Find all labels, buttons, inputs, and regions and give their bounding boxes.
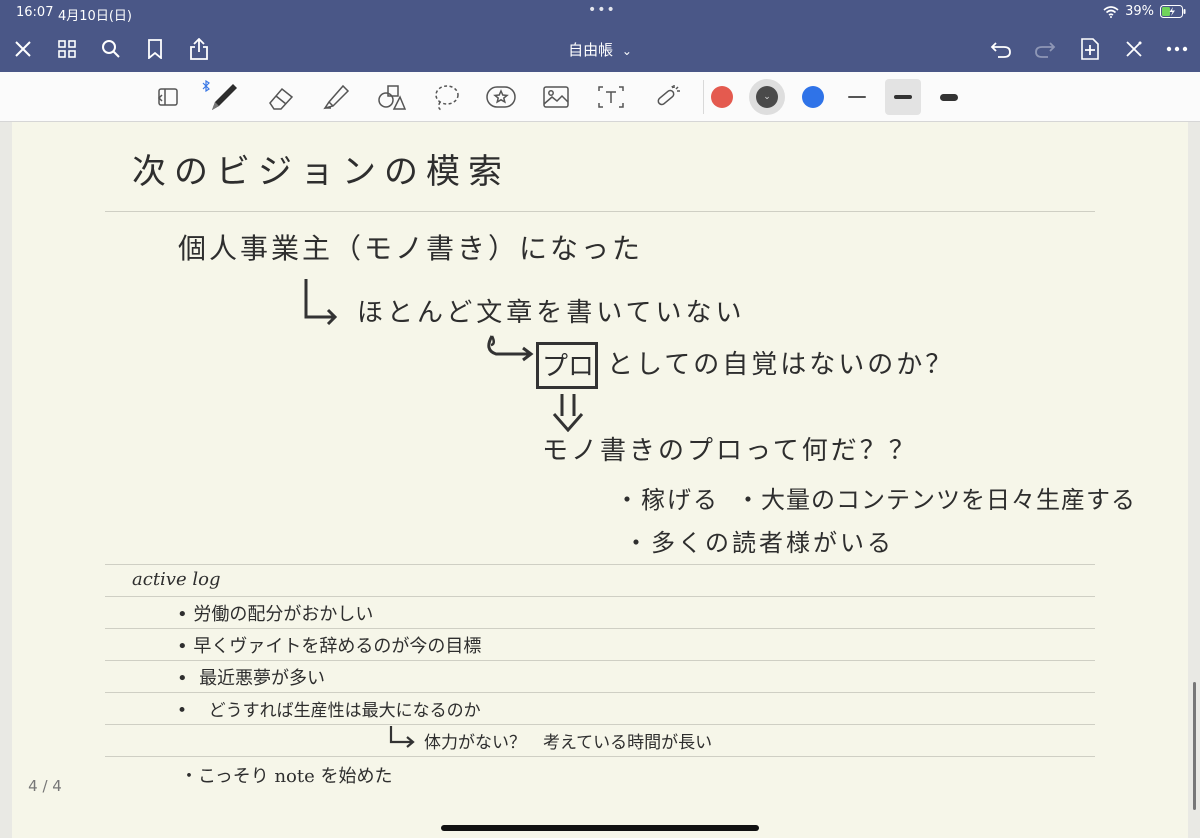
color-dark-swatch-selected[interactable]: ⌄: [749, 79, 785, 115]
read-mode-tool[interactable]: [150, 79, 186, 115]
handwritten-line: ほとんど文章を書いていない: [357, 298, 746, 328]
highlighter-icon: [323, 84, 350, 110]
lasso-tool[interactable]: [428, 79, 464, 115]
image-icon: [543, 86, 569, 108]
multitask-dots-icon[interactable]: •••: [588, 2, 616, 18]
stroke-thick[interactable]: [931, 79, 967, 115]
log-item: ・こっそり note を始めた: [180, 766, 393, 787]
elements-tool[interactable]: [483, 79, 519, 115]
ruled-line: [105, 628, 1095, 629]
eraser-tool[interactable]: [263, 79, 299, 115]
text-tool[interactable]: [593, 79, 629, 115]
pen-icon: [212, 84, 237, 110]
handwritten-heading: 次のビジョンの模索: [132, 152, 510, 192]
stroke-medium-selected[interactable]: [885, 79, 921, 115]
log-item: • 最近悪夢が多い: [177, 668, 326, 689]
laser-pointer-tool[interactable]: [650, 79, 686, 115]
status-bar: 16:07 4月10日(日) ••• 39%: [0, 0, 1200, 26]
log-item: • どうすれば生産性は最大になるのか: [177, 701, 481, 721]
scrollbar[interactable]: [1193, 682, 1196, 810]
pen-tool[interactable]: [205, 79, 241, 115]
wifi-icon: [1103, 5, 1119, 18]
down-arrow-icon: [552, 394, 584, 432]
log-item-sub: 体力がない？ 考えている時間が長い: [424, 733, 713, 753]
highlighter-tool[interactable]: [318, 79, 354, 115]
tool-bar: ⌄: [0, 72, 1200, 122]
battery-percent: 39%: [1125, 4, 1154, 19]
chevron-down-icon: ⌄: [621, 44, 632, 58]
toolbar-divider: [703, 80, 704, 114]
image-tool[interactable]: [538, 79, 574, 115]
redo-button[interactable]: [1030, 34, 1060, 64]
ruled-line: [105, 596, 1095, 597]
lasso-icon: [435, 85, 459, 111]
log-item: • 労働の配分がおかしい: [177, 604, 374, 625]
ruled-line: [105, 692, 1095, 693]
status-time: 16:07: [16, 5, 54, 20]
handwritten-line: としての自覚はないのか？: [607, 350, 955, 380]
note-page[interactable]: 次のビジョンの模索 個人事業主（モノ書き）になった ほとんど文章を書いていない …: [12, 122, 1188, 838]
log-item-text: 早くヴァイトを辞めるのが今の目標: [193, 636, 482, 657]
ruled-line: [105, 724, 1095, 725]
handwritten-line: ・多くの読者様がいる: [624, 529, 894, 557]
ruled-line: [105, 211, 1095, 212]
handwritten-line: モノ書きのプロって何だ？？: [542, 436, 918, 466]
ruled-line: [105, 756, 1095, 757]
sticker-icon: [486, 86, 516, 108]
redo-icon: [1035, 42, 1056, 58]
chevron-down-icon: ⌄: [756, 86, 778, 108]
nav-bar: 自由帳 ⌄: [0, 26, 1200, 72]
stroke-medium-icon: [894, 95, 912, 99]
ruled-line: [105, 564, 1095, 565]
page-view-icon: [157, 88, 178, 106]
status-right: 39%: [1103, 4, 1186, 19]
color-blue-swatch[interactable]: [802, 86, 824, 108]
add-page-icon: [1081, 38, 1099, 60]
log-item: • 早くヴァイトを辞めるのが今の目標: [177, 636, 482, 657]
pen-cross-icon: [1126, 41, 1142, 57]
bluetooth-icon: [202, 80, 210, 92]
ruled-line: [105, 660, 1095, 661]
shape-tool[interactable]: [373, 79, 409, 115]
eraser-icon: [269, 87, 294, 110]
loop-arrow-icon: [487, 335, 534, 362]
more-icon: [1166, 46, 1188, 52]
boxed-word-text: プロ: [542, 352, 595, 382]
stroke-thick-icon: [940, 93, 958, 101]
handwritten-line: ・大量のコンテンツを日々生産する: [736, 486, 1136, 514]
log-item-text: どうすれば生産性は最大になるのか: [208, 701, 481, 721]
status-date: 4月10日(日): [58, 9, 132, 24]
stroke-thin[interactable]: [839, 79, 875, 115]
tools-toggle-button[interactable]: [1119, 34, 1149, 64]
log-item-text: 最近悪夢が多い: [199, 668, 326, 689]
laser-pointer-icon: [657, 85, 680, 106]
handwritten-line: ・稼げる: [615, 486, 719, 514]
undo-icon: [990, 42, 1011, 58]
text-icon: [598, 86, 624, 108]
handwritten-line: 個人事業主（モノ書き）になった: [178, 232, 644, 265]
return-arrow-icon: [389, 726, 415, 748]
stroke-thin-icon: [848, 96, 866, 98]
more-button[interactable]: [1162, 34, 1192, 64]
notebook-title-text: 自由帳: [568, 41, 614, 59]
home-indicator[interactable]: [441, 825, 759, 831]
page-indicator: 4 / 4: [28, 777, 62, 795]
color-red-swatch[interactable]: [711, 86, 733, 108]
notebook-title[interactable]: 自由帳 ⌄: [0, 39, 1200, 60]
add-page-button[interactable]: [1075, 34, 1105, 64]
shapes-icon: [378, 85, 406, 110]
return-arrow-icon: [304, 279, 338, 325]
undo-button[interactable]: [986, 34, 1016, 64]
log-item-text: 労働の配分がおかしい: [193, 604, 374, 625]
log-title: active log: [132, 569, 221, 590]
battery-icon: [1160, 5, 1186, 18]
